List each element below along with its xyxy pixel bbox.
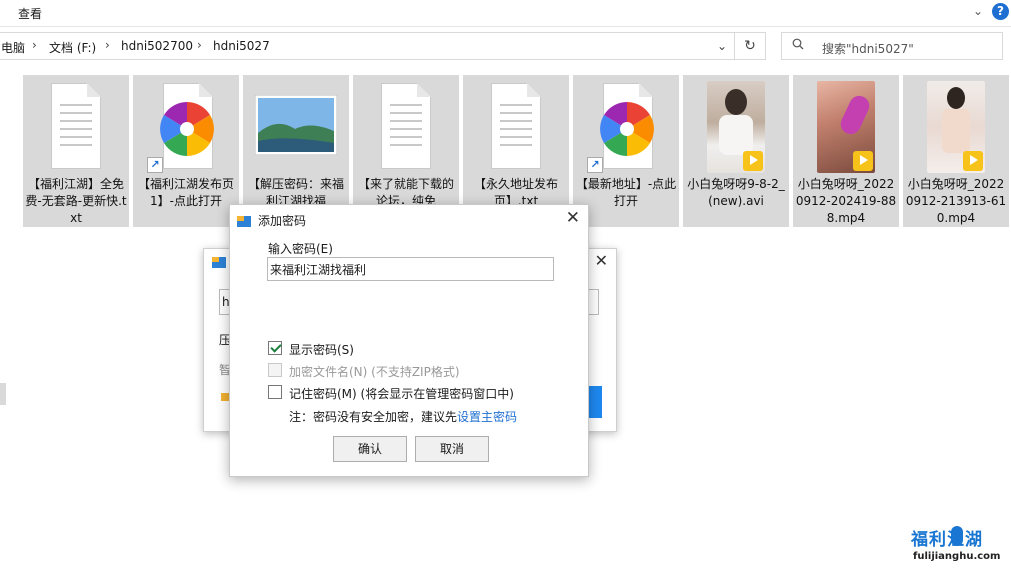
- archive-app-icon: [237, 216, 251, 227]
- text-file-icon: [369, 81, 443, 173]
- watermark-url: fulijianghu.com: [913, 551, 1001, 562]
- 360-browser-icon: ↗: [147, 81, 223, 173]
- player-badge-icon: [853, 151, 873, 171]
- show-password-checkbox[interactable]: [268, 341, 282, 355]
- view-menu[interactable]: 查看: [18, 5, 42, 22]
- ribbon-collapse-chevron-icon[interactable]: ⌄: [973, 4, 983, 18]
- encrypt-names-checkbox: [268, 363, 282, 377]
- set-master-password-link[interactable]: 设置主密码: [457, 410, 517, 424]
- file-name: 小白兔呀呀9-8-2_(new).avi: [687, 177, 785, 208]
- search-box[interactable]: 搜索"hdni5027": [781, 32, 1003, 60]
- breadcrumb-drive[interactable]: 文档 (F:): [49, 39, 96, 56]
- help-icon[interactable]: ?: [992, 3, 1009, 20]
- cancel-button[interactable]: 取消: [415, 436, 489, 462]
- file-item[interactable]: 小白兔呀呀_20220912-213913-610.mp4: [903, 75, 1009, 227]
- security-note: 注：密码没有安全加密，建议先设置主密码: [289, 408, 517, 425]
- address-bar[interactable]: 电脑 › 文档 (F:) › hdni502700 › hdni5027 ⌄ ↻: [0, 32, 766, 60]
- lock-icon: [221, 393, 229, 401]
- password-label: 输入密码(E): [268, 242, 333, 256]
- video-file-icon: [919, 81, 993, 173]
- watermark-logo: 福利江湖 fulijianghu.com: [911, 525, 1007, 571]
- ribbon-bar: 查看 ⌄ ?: [0, 0, 1011, 27]
- breadcrumb-separator-icon[interactable]: ›: [105, 38, 110, 52]
- file-item[interactable]: ↗ 【福利江湖发布页1】-点此打开: [133, 75, 239, 227]
- shortcut-arrow-icon: ↗: [587, 157, 603, 173]
- address-history-chevron-icon[interactable]: ⌄: [717, 39, 727, 53]
- file-name: 小白兔呀呀_20220912-202419-888.mp4: [795, 177, 897, 225]
- text-file-icon: [39, 81, 113, 173]
- search-icon: [792, 38, 804, 50]
- breadcrumb-separator-icon[interactable]: ›: [32, 38, 37, 52]
- search-input[interactable]: 搜索"hdni5027": [822, 40, 914, 57]
- file-item[interactable]: 小白兔呀呀_20220912-202419-888.mp4: [793, 75, 899, 227]
- ok-button[interactable]: 确认: [333, 436, 407, 462]
- close-icon[interactable]: ✕: [566, 208, 580, 228]
- file-name: 【最新地址】-点此打开: [575, 177, 677, 208]
- video-file-icon: [809, 81, 883, 173]
- file-name: 【福利江湖发布页1】-点此打开: [137, 177, 234, 208]
- close-icon[interactable]: ✕: [595, 251, 608, 270]
- file-name: 【福利江湖】全免费-无套路-更新快.txt: [25, 177, 127, 225]
- video-file-icon: [699, 81, 773, 173]
- watermark-text: 福利江湖: [911, 530, 983, 550]
- breadcrumb-computer[interactable]: 电脑: [1, 39, 25, 56]
- password-input[interactable]: 来福利江湖找福利: [267, 257, 554, 281]
- breadcrumb-separator-icon[interactable]: ›: [197, 38, 202, 52]
- left-pane-edge: [0, 383, 6, 405]
- image-file-icon: [255, 81, 337, 173]
- file-item[interactable]: 【福利江湖】全免费-无套路-更新快.txt: [23, 75, 129, 227]
- text-file-icon: [479, 81, 553, 173]
- note-text: 注：密码没有安全加密，建议先: [289, 410, 458, 424]
- player-badge-icon: [743, 151, 763, 171]
- player-badge-icon: [963, 151, 983, 171]
- breadcrumb-folder-parent[interactable]: hdni502700: [121, 39, 193, 53]
- archive-app-icon: [212, 257, 226, 268]
- file-item[interactable]: 小白兔呀呀9-8-2_(new).avi: [683, 75, 789, 227]
- breadcrumb-folder-current[interactable]: hdni5027: [213, 39, 270, 53]
- add-password-dialog: 添加密码 ✕ 输入密码(E) 来福利江湖找福利 显示密码(S) 加密文件名(N)…: [229, 204, 589, 477]
- compress-button[interactable]: [588, 386, 602, 418]
- remember-password-checkbox[interactable]: [268, 385, 282, 399]
- dialog-title: 添加密码: [258, 214, 307, 228]
- show-password-label[interactable]: 显示密码(S): [289, 341, 354, 358]
- shortcut-arrow-icon: ↗: [147, 157, 163, 173]
- refresh-icon[interactable]: ↻: [734, 33, 765, 59]
- file-name: 小白兔呀呀_20220912-213913-610.mp4: [905, 177, 1007, 225]
- 360-browser-icon: ↗: [587, 81, 663, 173]
- remember-password-label[interactable]: 记住密码(M) (将会显示在管理密码窗口中): [289, 385, 514, 402]
- encrypt-names-label: 加密文件名(N) (不支持ZIP格式): [289, 365, 460, 379]
